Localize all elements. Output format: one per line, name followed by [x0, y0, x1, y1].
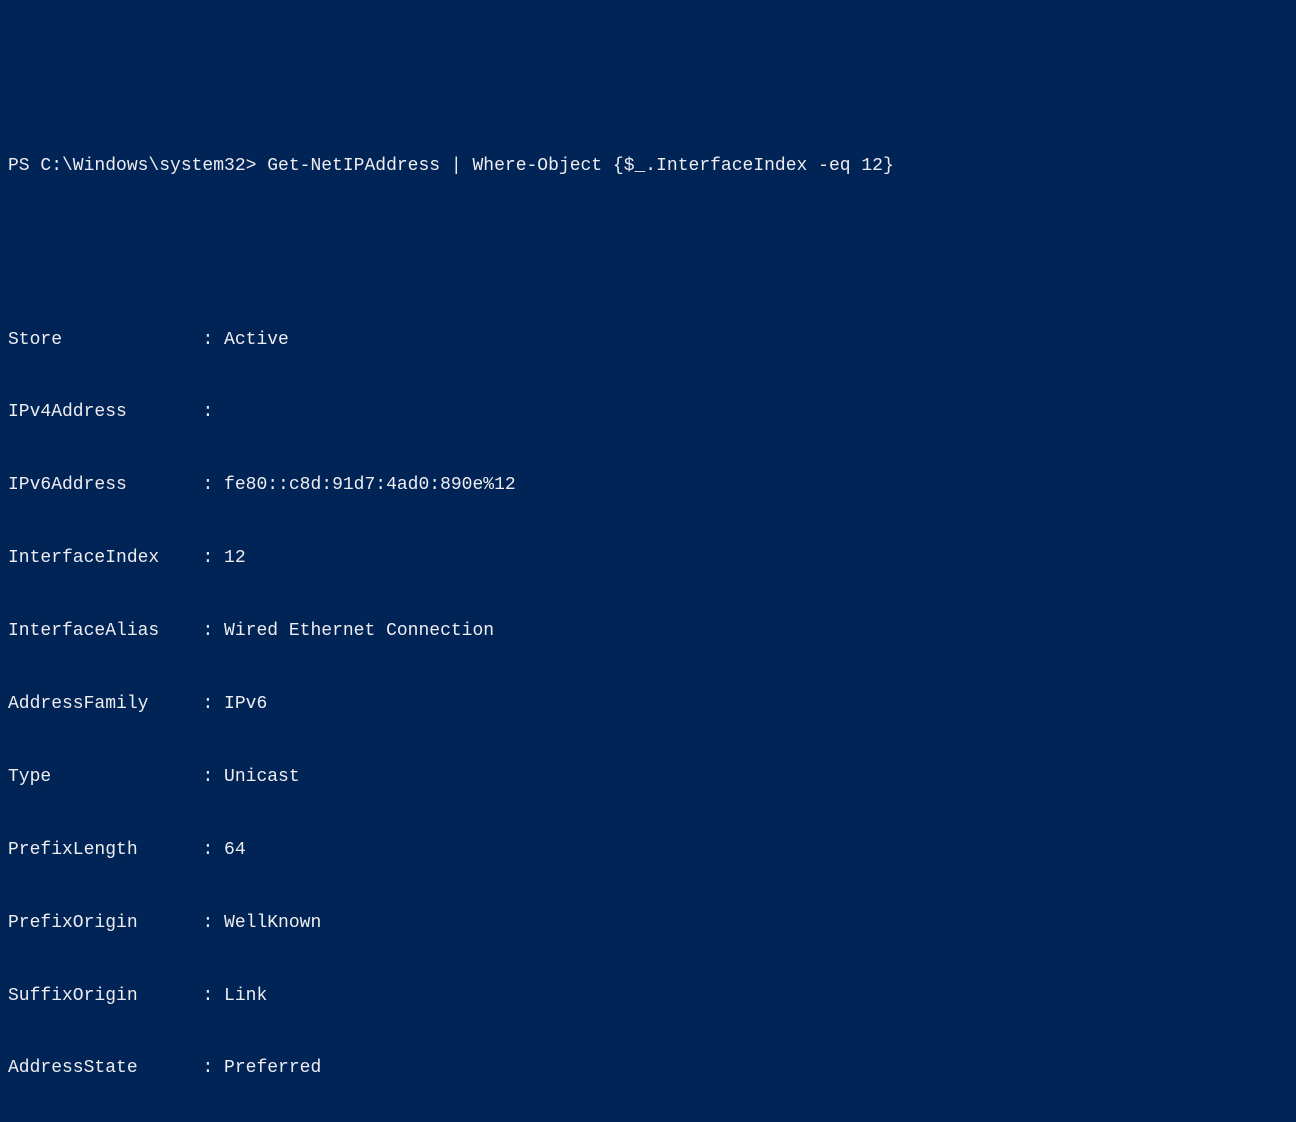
value-prefixlength: 64 [224, 840, 246, 860]
label-prefixorigin: PrefixOrigin [8, 913, 202, 933]
value-interfaceindex: 12 [224, 548, 246, 568]
field-type: Type : Unicast [8, 765, 1288, 789]
colon: : [202, 1058, 224, 1078]
field-suffixorigin: SuffixOrigin : Link [8, 984, 1288, 1008]
colon: : [202, 986, 224, 1006]
colon: : [202, 402, 224, 422]
powershell-terminal[interactable]: PS C:\Windows\system32> Get-NetIPAddress… [8, 105, 1288, 1122]
label-addressfamily: AddressFamily [8, 694, 202, 714]
value-prefixorigin: WellKnown [224, 913, 321, 933]
label-ipv6address: IPv6Address [8, 475, 202, 495]
value-addressstate: Preferred [224, 1058, 321, 1078]
prompt-line: PS C:\Windows\system32> Get-NetIPAddress… [8, 154, 1288, 178]
label-interfaceindex: InterfaceIndex [8, 548, 202, 568]
label-interfacealias: InterfaceAlias [8, 621, 202, 641]
label-ipv4address: IPv4Address [8, 402, 202, 422]
colon: : [202, 840, 224, 860]
label-store: Store [8, 330, 202, 350]
label-addressstate: AddressState [8, 1058, 202, 1078]
field-prefixlength: PrefixLength : 64 [8, 838, 1288, 862]
value-suffixorigin: Link [224, 986, 267, 1006]
field-ipv6address: IPv6Address : fe80::c8d:91d7:4ad0:890e%1… [8, 473, 1288, 497]
label-type: Type [8, 767, 202, 787]
prompt-prefix: PS [8, 156, 40, 176]
prompt-separator: > [246, 156, 268, 176]
field-addressstate: AddressState : Preferred [8, 1056, 1288, 1080]
label-suffixorigin: SuffixOrigin [8, 986, 202, 1006]
colon: : [202, 694, 224, 714]
value-interfacealias: Wired Ethernet Connection [224, 621, 494, 641]
field-addressfamily: AddressFamily : IPv6 [8, 692, 1288, 716]
colon: : [202, 330, 224, 350]
value-store: Active [224, 330, 289, 350]
output-record-0: Store : Active IPv4Address : IPv6Address… [8, 279, 1288, 1122]
value-ipv6address: fe80::c8d:91d7:4ad0:890e%12 [224, 475, 516, 495]
field-interfaceindex: InterfaceIndex : 12 [8, 546, 1288, 570]
colon: : [202, 548, 224, 568]
prompt-path: C:\Windows\system32 [40, 156, 245, 176]
value-type: Unicast [224, 767, 300, 787]
prompt-command: Get-NetIPAddress | Where-Object {$_.Inte… [267, 156, 894, 176]
colon: : [202, 913, 224, 933]
label-prefixlength: PrefixLength [8, 840, 202, 860]
colon: : [202, 621, 224, 641]
colon: : [202, 475, 224, 495]
field-ipv4address: IPv4Address : [8, 400, 1288, 424]
colon: : [202, 767, 224, 787]
value-addressfamily: IPv6 [224, 694, 267, 714]
field-interfacealias: InterfaceAlias : Wired Ethernet Connecti… [8, 619, 1288, 643]
field-prefixorigin: PrefixOrigin : WellKnown [8, 911, 1288, 935]
field-store: Store : Active [8, 328, 1288, 352]
